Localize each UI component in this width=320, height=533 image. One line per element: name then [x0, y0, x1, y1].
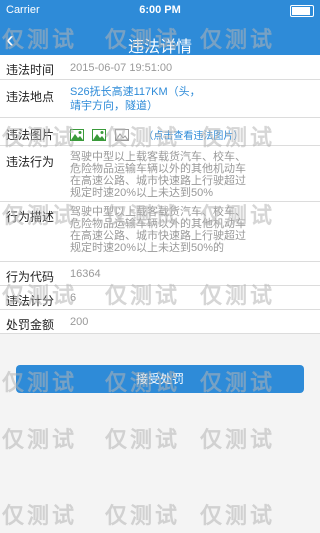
description-line: 危险物品运输车辆以外的其他机动车	[70, 218, 246, 230]
value-fine-amount: 200	[70, 316, 89, 328]
view-images-link[interactable]: （点击查看违法图片）	[143, 131, 243, 142]
battery-icon	[290, 5, 314, 17]
description-line: 在高速公路、城市快速路上行驶超过	[70, 230, 246, 242]
row-fine-amount: 处罚金额 200	[0, 310, 320, 334]
label-violation-time: 违法时间	[6, 63, 55, 77]
description-line: 驾驶中型以上载客载货汽车、校车、	[70, 206, 246, 218]
label-violation-points: 违法计分	[6, 294, 55, 308]
page-title: 违法详情	[127, 39, 192, 56]
value-behavior-code: 16364	[70, 268, 101, 280]
row-violation-images: 违法图片 （点击查看违法图片）	[0, 118, 320, 146]
watermark-text: 仅测试	[105, 427, 181, 452]
description-line: 规定时速20%以上未达到50%的	[70, 242, 225, 254]
row-violation-time: 违法时间 2015-06-07 19:51:00	[0, 55, 320, 80]
label-fine-amount: 处罚金额	[6, 318, 55, 332]
row-violation-place: 违法地点 S26抚长高速117KM（头， 靖宇方向，隧道）	[0, 80, 320, 118]
behavior-line: 在高速公路、城市快速路上行驶超过	[70, 175, 246, 187]
value-violation-place-line1: S26抚长高速117KM（头，	[70, 86, 201, 98]
image-icon[interactable]	[114, 128, 129, 141]
status-bar: Carrier 6:00 PM	[0, 0, 320, 20]
row-violation-points: 违法计分 6	[0, 286, 320, 310]
row-behavior-code: 行为代码 16364	[0, 262, 320, 286]
watermark-text: 仅测试	[200, 427, 276, 452]
label-behavior-description: 行为描述	[6, 210, 55, 224]
watermark-text: 仅测试	[2, 503, 78, 528]
value-violation-time: 2015-06-07 19:51:00	[70, 62, 173, 74]
status-time: 6:00 PM	[139, 4, 181, 16]
watermark-text: 仅测试	[105, 503, 181, 528]
label-violation-place: 违法地点	[6, 90, 55, 104]
accept-penalty-button[interactable]: 接受处罚	[16, 365, 304, 393]
watermark-text: 仅测试	[200, 503, 276, 528]
label-violation-images: 违法图片	[6, 128, 55, 142]
row-behavior-description: 行为描述 驾驶中型以上载客载货汽车、校车、 危险物品运输车辆以外的其他机动车 在…	[0, 202, 320, 262]
value-violation-place-line2: 靖宇方向，隧道）	[70, 100, 158, 112]
behavior-line: 危险物品运输车辆以外的其他机动车	[70, 163, 246, 175]
behavior-line: 驾驶中型以上载客载货汽车、校车、	[70, 151, 246, 163]
value-violation-points: 6	[70, 292, 77, 304]
watermark-text: 仅测试	[2, 427, 78, 452]
image-icon[interactable]	[92, 128, 107, 141]
image-thumbnails[interactable]: （点击查看违法图片）	[70, 126, 243, 144]
label-violation-behavior: 违法行为	[6, 155, 55, 169]
behavior-line: 规定时速20%以上未达到50%	[70, 187, 214, 199]
image-icon[interactable]	[70, 128, 84, 141]
label-behavior-code: 行为代码	[6, 270, 55, 284]
row-violation-behavior: 违法行为 驾驶中型以上载客载货汽车、校车、 危险物品运输车辆以外的其他机动车 在…	[0, 146, 320, 202]
detail-list: 违法时间 2015-06-07 19:51:00 违法地点 S26抚长高速117…	[0, 55, 320, 334]
